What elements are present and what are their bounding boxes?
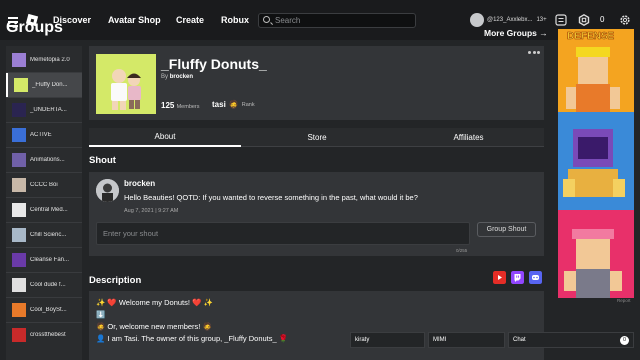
group-thumbnail [12, 153, 26, 167]
chat-tab-mimi[interactable]: MIMI [428, 332, 505, 348]
sidebar-group-item[interactable]: Central Med... [6, 198, 82, 222]
description-heading: Description [89, 275, 142, 286]
chat-tab-label: MIMI [433, 337, 447, 343]
groups-sidebar: Memetopia 2.0 _Fluffy Don... _UNDERTA... AC… [6, 46, 82, 360]
description-line: ⬇️ [96, 310, 106, 319]
description-line: ✨ ❤️ Welcome my Donuts! ❤️ ✨ [96, 298, 213, 307]
search-icon [263, 16, 270, 23]
sidebar-group-item[interactable]: Cool dude f... [6, 273, 82, 297]
group-name: _Fluffy Donuts_ [161, 56, 267, 72]
sidebar-item-label: Animations... [30, 157, 65, 163]
sidebar-item-label: Cleanse Fan... [30, 257, 70, 263]
sidebar-group-item[interactable]: Memetopia 2.0 [6, 48, 82, 72]
tab-about[interactable]: About [89, 128, 241, 147]
more-options-icon[interactable] [528, 51, 540, 54]
sidebar-item-label: Central Med... [30, 207, 68, 213]
group-thumbnail [12, 128, 26, 142]
gear-icon[interactable] [619, 14, 631, 26]
shout-author-avatar[interactable] [96, 179, 119, 202]
sidebar-item-label: Cool_BoySt... [30, 307, 67, 313]
username: @123_Axxlebx... [487, 17, 533, 23]
chat-tab-kiraty[interactable]: kiraty [350, 332, 425, 348]
rank-display: tasi 🧔 Rank [212, 100, 255, 109]
report-ad-link[interactable]: Report [617, 298, 631, 303]
chat-icon[interactable] [555, 14, 567, 26]
shout-date: Aug 7, 2021 | 9:27 AM [124, 208, 179, 214]
age-badge: 13+ [536, 17, 547, 23]
tab-affiliates[interactable]: Affiliates [393, 128, 544, 147]
owner-link[interactable]: brocken [170, 74, 193, 80]
group-thumbnail [12, 53, 26, 67]
shout-char-count: 0/255 [456, 248, 468, 253]
tab-store[interactable]: Store [241, 128, 393, 147]
group-header: _Fluffy Donuts_ By brocken 125 Members t… [89, 46, 544, 120]
group-thumbnail [12, 178, 26, 192]
group-thumbnail [12, 228, 26, 242]
sidebar-group-item[interactable]: Animations... [6, 148, 82, 172]
description-line: 🧔 Or, welcome new members! 🧔 [96, 322, 212, 331]
sidebar-group-item[interactable]: ACTIVE [6, 123, 82, 147]
group-owner: By brocken [161, 74, 193, 80]
group-emblem [96, 54, 156, 114]
sidebar-group-item[interactable]: Cleanse Fan... [6, 248, 82, 272]
group-thumbnail [12, 203, 26, 217]
sidebar-group-item[interactable]: crosstthebest [6, 323, 82, 347]
description-card: ✨ ❤️ Welcome my Donuts! ❤️ ✨ ⬇️ 🧔 Or, we… [89, 291, 544, 360]
rank-name: tasi [212, 100, 226, 109]
group-thumbnail [12, 303, 26, 317]
advertisement[interactable]: DEFENSE [558, 29, 634, 298]
group-tabs: About Store Affiliates [89, 128, 544, 147]
sidebar-item-label: CCCC Boi [30, 182, 58, 188]
group-thumbnail [12, 253, 26, 267]
chat-count-badge: 0 [620, 336, 629, 345]
sidebar-item-label: Cool dude f... [30, 282, 66, 288]
youtube-icon[interactable] [493, 271, 506, 284]
shout-author[interactable]: brocken [124, 179, 155, 188]
robux-count: 0 [600, 15, 605, 24]
more-groups-link[interactable]: More Groups → [484, 28, 548, 38]
search-box[interactable] [258, 13, 416, 28]
member-count: 125 Members [161, 101, 200, 110]
group-thumbnail [14, 78, 28, 92]
sidebar-group-item[interactable]: _UNDERTA... [6, 98, 82, 122]
sidebar-item-label: Memetopia 2.0 [30, 57, 70, 63]
chat-tab-label: Chat [513, 337, 526, 343]
user-profile[interactable]: @123_Axxlebx... 13+ [470, 13, 547, 27]
rank-emoji-icon: 🧔 [228, 100, 239, 109]
nav-avatar-shop[interactable]: Avatar Shop [108, 15, 161, 25]
group-shout-button[interactable]: Group Shout [477, 222, 536, 237]
sidebar-item-label: crosstthebest [30, 332, 66, 338]
robux-icon[interactable] [578, 14, 590, 26]
by-prefix: By [161, 74, 169, 80]
rank-label: Rank [241, 101, 255, 108]
shout-heading: Shout [89, 155, 116, 166]
shout-input[interactable] [96, 222, 470, 245]
sidebar-item-label: ACTIVE [30, 132, 52, 138]
group-thumbnail [12, 328, 26, 342]
twitch-icon[interactable] [511, 271, 524, 284]
avatar [470, 13, 484, 27]
shout-card: brocken Hello Beauties! QOTD: If you wan… [89, 172, 544, 256]
sidebar-group-item[interactable]: _Fluffy Don... [6, 73, 82, 97]
page-title: Groups [6, 19, 63, 36]
search-input[interactable] [275, 15, 413, 26]
nav-create[interactable]: Create [176, 15, 204, 25]
group-thumbnail [12, 278, 26, 292]
members-label: Members [176, 104, 200, 110]
discord-icon[interactable] [529, 271, 542, 284]
sidebar-group-item[interactable]: Chill Scienc... [6, 223, 82, 247]
sidebar-group-item[interactable]: CCCC Boi [6, 173, 82, 197]
group-thumbnail [12, 103, 26, 117]
sidebar-item-label: Chill Scienc... [30, 232, 67, 238]
sidebar-item-label: _Fluffy Don... [32, 82, 68, 88]
nav-robux[interactable]: Robux [221, 15, 249, 25]
description-line: 👤 I am Tasi. The owner of this group, _F… [96, 334, 289, 343]
ad-title: DEFENSE [567, 31, 615, 43]
sidebar-item-label: _UNDERTA... [30, 107, 67, 113]
chat-tab-label: kiraty [355, 337, 370, 343]
shout-message: Hello Beauties! QOTD: If you wanted to r… [124, 193, 418, 202]
chat-main-tab[interactable]: Chat 0 [508, 332, 634, 348]
sidebar-group-item[interactable]: Cool_BoySt... [6, 298, 82, 322]
members-count-value: 125 [161, 101, 175, 110]
